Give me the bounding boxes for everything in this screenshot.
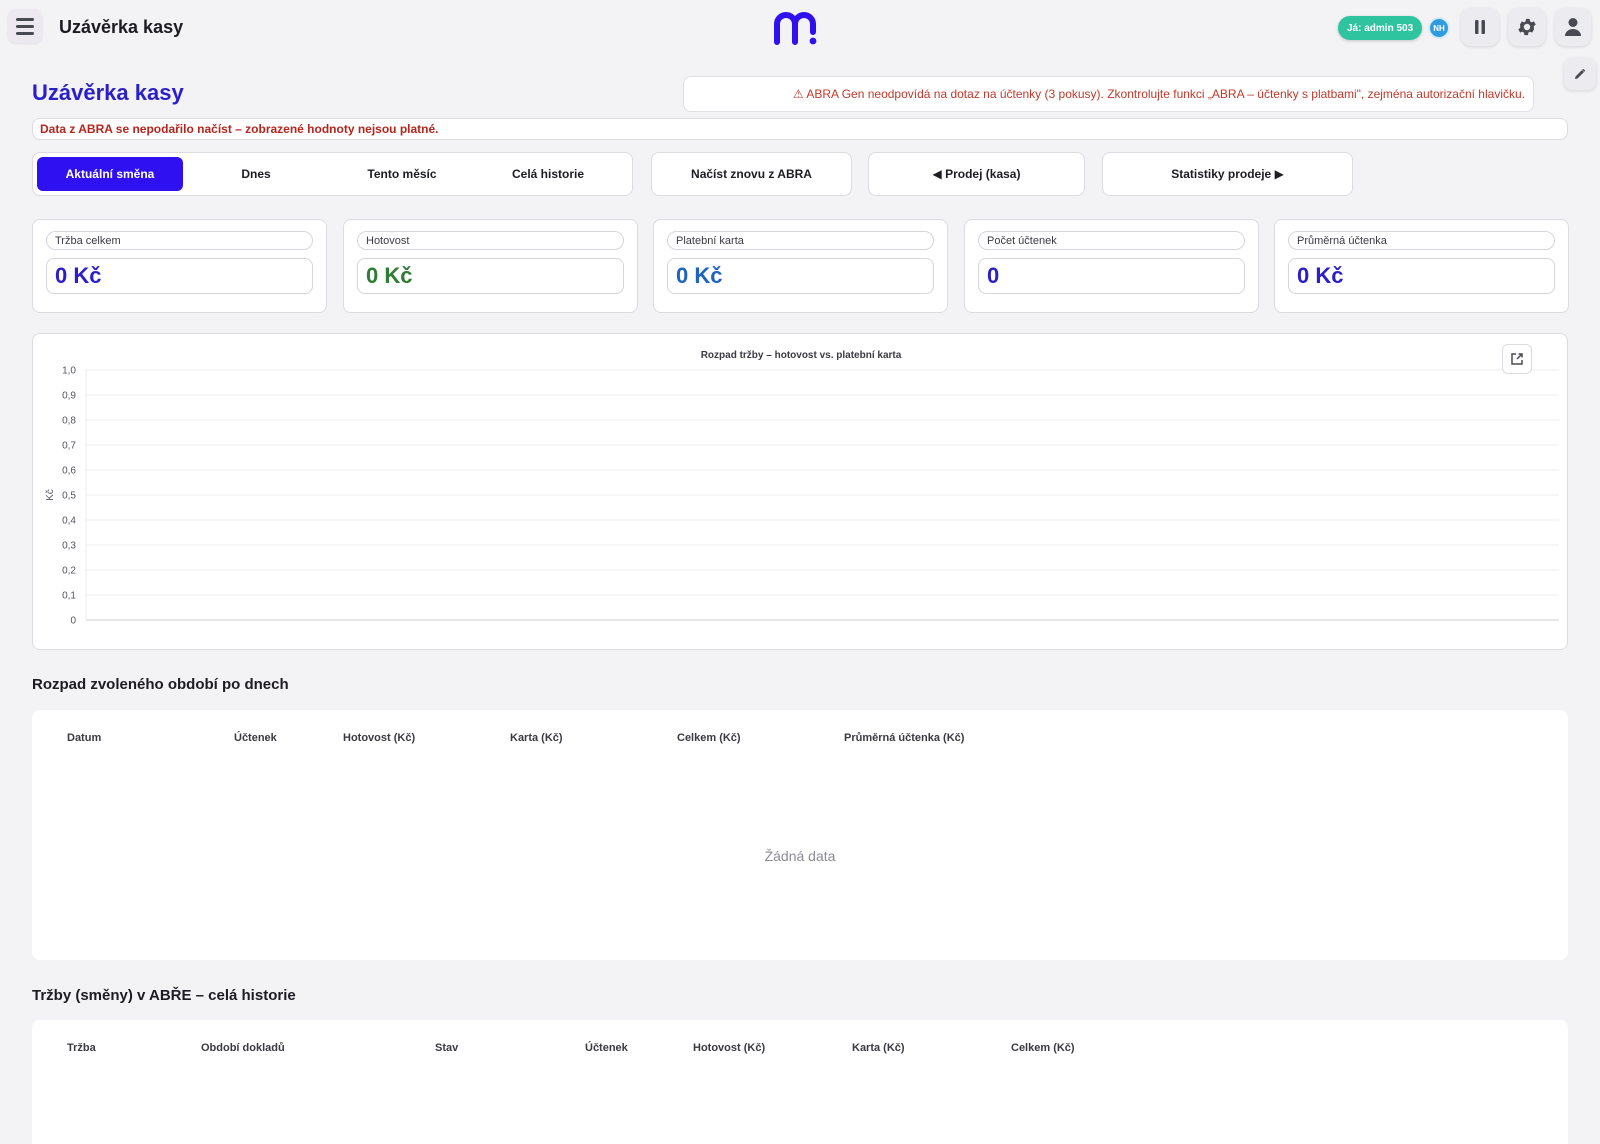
app-title: Uzávěrka kasy bbox=[59, 17, 184, 37]
kpi-label: Průměrná účtenka bbox=[1288, 231, 1555, 250]
user-initials-avatar[interactable]: NH bbox=[1428, 17, 1450, 39]
y-tick-label: 0,7 bbox=[62, 441, 76, 452]
user-badge[interactable]: Já: admin 503 bbox=[1338, 16, 1423, 40]
column-header[interactable]: Období dokladů bbox=[201, 1042, 285, 1054]
y-tick-label: 0,8 bbox=[62, 416, 76, 427]
column-header[interactable]: Stav bbox=[435, 1042, 458, 1054]
hamburger-menu-icon[interactable] bbox=[8, 9, 42, 43]
y-tick-label: 0,1 bbox=[62, 591, 76, 602]
kpi-label: Platební karta bbox=[667, 231, 934, 250]
kpi-label: Počet účtenek bbox=[978, 231, 1245, 250]
tab-today[interactable]: Dnes bbox=[183, 157, 329, 191]
sale-cashier-button[interactable]: ◀ Prodej (kasa) bbox=[868, 152, 1085, 196]
kpi-value: 0 Kč bbox=[667, 258, 934, 294]
y-tick-label: 0,9 bbox=[62, 391, 76, 402]
column-header[interactable]: Průměrná účtenka (Kč) bbox=[844, 732, 964, 744]
brand-logo bbox=[774, 12, 817, 45]
export-icon[interactable] bbox=[1502, 344, 1532, 374]
column-header[interactable]: Hotovost (Kč) bbox=[343, 732, 415, 744]
column-header[interactable]: Celkem (Kč) bbox=[677, 732, 741, 744]
history-section-title: Tržby (směny) v ABŘE – celá historie bbox=[32, 987, 296, 1004]
period-tabs: Aktuální směna Dnes Tento měsíc Celá his… bbox=[32, 152, 633, 196]
kpi-label: Hotovost bbox=[357, 231, 624, 250]
kpi-value: 0 Kč bbox=[357, 258, 624, 294]
column-header[interactable]: Karta (Kč) bbox=[852, 1042, 905, 1054]
kpi-receipt-count: Počet účtenek 0 bbox=[964, 219, 1259, 313]
y-axis-label: Kč bbox=[45, 489, 56, 501]
y-tick-label: 0 bbox=[70, 616, 76, 627]
y-tick-label: 0,2 bbox=[62, 566, 76, 577]
reload-abra-button[interactable]: Načíst znovu z ABRA bbox=[651, 152, 852, 196]
page-title: Uzávěrka kasy bbox=[32, 80, 184, 105]
sales-stats-button[interactable]: Statistiky prodeje ▶ bbox=[1102, 152, 1353, 196]
tab-this-month[interactable]: Tento měsíc bbox=[329, 157, 475, 191]
tab-current-shift[interactable]: Aktuální směna bbox=[37, 157, 183, 191]
tab-full-history[interactable]: Celá historie bbox=[475, 157, 621, 191]
edit-pencil-icon[interactable] bbox=[1564, 58, 1596, 90]
revenue-chart: 0 0,1 0,2 0,3 0,4 0,5 0,6 0,7 0,8 0,9 1,0 Kč bbox=[45, 366, 1559, 627]
abra-warning-banner: ⚠ ABRA Gen neodpovídá na dotaz na účtenk… bbox=[683, 76, 1534, 112]
load-error-banner: Data z ABRA se nepodařilo načíst – zobra… bbox=[32, 118, 1568, 140]
kpi-value: 0 bbox=[978, 258, 1245, 294]
column-header[interactable]: Datum bbox=[67, 732, 101, 744]
kpi-value: 0 Kč bbox=[46, 258, 313, 294]
y-tick-label: 0,5 bbox=[62, 491, 76, 502]
pause-icon[interactable] bbox=[1461, 8, 1499, 46]
empty-state: Žádná data bbox=[764, 848, 836, 864]
user-profile-icon[interactable] bbox=[1555, 8, 1591, 46]
kpi-card-payment: Platební karta 0 Kč bbox=[653, 219, 948, 313]
kpi-average-receipt: Průměrná účtenka 0 Kč bbox=[1274, 219, 1569, 313]
daily-table: Datum Účtenek Hotovost (Kč) Karta (Kč) C… bbox=[32, 710, 1568, 960]
daily-section-title: Rozpad zvoleného období po dnech bbox=[32, 676, 289, 693]
column-header[interactable]: Hotovost (Kč) bbox=[693, 1042, 765, 1054]
top-bar: Uzávěrka kasy Já: admin 503 NH bbox=[0, 0, 1600, 90]
column-header[interactable]: Účtenek bbox=[585, 1042, 628, 1054]
chart-title: Rozpad tržby – hotovost vs. platební kar… bbox=[700, 350, 902, 361]
revenue-chart-card: 0 0,1 0,2 0,3 0,4 0,5 0,6 0,7 0,8 0,9 1,0 Kč Rozpad… bbox=[32, 333, 1568, 650]
column-header[interactable]: Účtenek bbox=[234, 732, 277, 744]
kpi-label: Tržba celkem bbox=[46, 231, 313, 250]
history-table: Tržba Období dokladů Stav Účtenek Hotovo… bbox=[32, 1020, 1568, 1144]
y-tick-label: 0,4 bbox=[62, 516, 76, 527]
y-tick-label: 1,0 bbox=[62, 366, 76, 377]
y-tick-label: 0,3 bbox=[62, 541, 76, 552]
column-header[interactable]: Celkem (Kč) bbox=[1011, 1042, 1075, 1054]
column-header[interactable]: Tržba bbox=[67, 1042, 96, 1054]
kpi-total-revenue: Tržba celkem 0 Kč bbox=[32, 219, 327, 313]
kpi-cash: Hotovost 0 Kč bbox=[343, 219, 638, 313]
y-tick-label: 0,6 bbox=[62, 466, 76, 477]
column-header[interactable]: Karta (Kč) bbox=[510, 732, 563, 744]
kpi-value: 0 Kč bbox=[1288, 258, 1555, 294]
gear-icon[interactable] bbox=[1508, 8, 1546, 46]
